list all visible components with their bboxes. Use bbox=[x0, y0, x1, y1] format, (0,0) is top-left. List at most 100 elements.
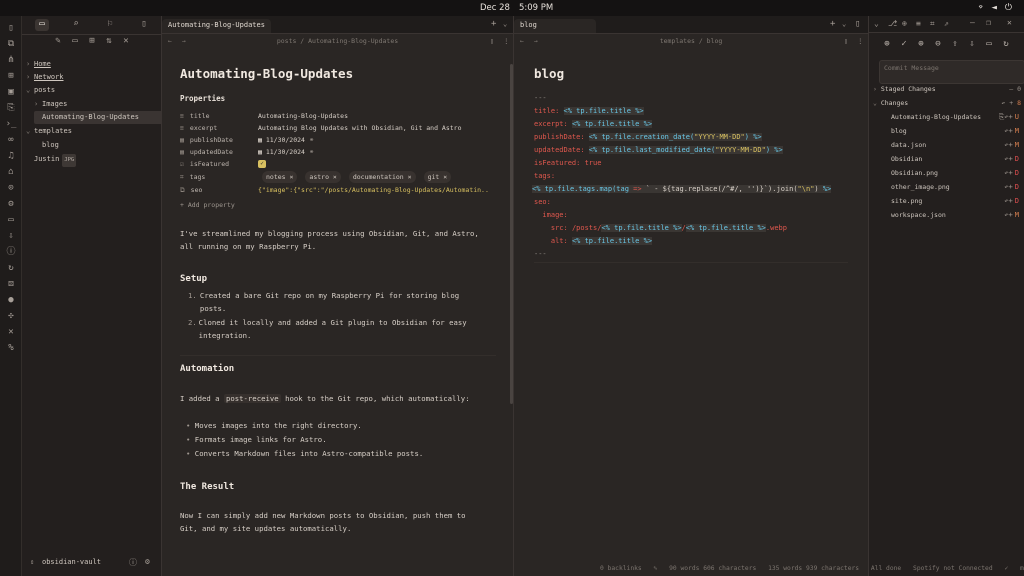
help-icon[interactable]: ⓘ bbox=[129, 557, 137, 568]
puzzle-icon[interactable]: ✣ bbox=[5, 310, 17, 322]
dice-icon[interactable]: ⚄ bbox=[5, 278, 17, 290]
wifi-icon[interactable]: ⌔ bbox=[978, 3, 983, 13]
command-palette-icon[interactable]: ›_ bbox=[5, 118, 17, 130]
backlinks-count[interactable]: 0 backlinks bbox=[600, 565, 642, 572]
new-note-icon[interactable]: ✎ bbox=[52, 36, 64, 48]
sidebar-toggle-icon[interactable]: ▯ bbox=[5, 22, 17, 34]
changed-file[interactable]: workspace.json ↶+ M bbox=[891, 208, 1019, 222]
tree-file-blog[interactable]: blog bbox=[42, 139, 59, 152]
property-updated-date[interactable]: ▦ updatedDate ▦ 11/30/2024 ⚭ bbox=[180, 146, 500, 158]
volume-icon[interactable]: ◄ bbox=[991, 3, 996, 13]
more-options-icon[interactable]: ⋮ bbox=[503, 34, 510, 48]
result-paragraph[interactable]: Now I can simply add new Markdown posts … bbox=[180, 509, 480, 535]
reading-view-icon[interactable]: ▯ bbox=[490, 34, 494, 48]
templater-icon[interactable]: % bbox=[5, 342, 17, 354]
breadcrumb[interactable]: posts / Automating-Blog-Updates bbox=[277, 37, 398, 45]
tree-folder-network[interactable]: › Network bbox=[26, 71, 64, 84]
publish-icon[interactable]: ⊙ bbox=[5, 182, 17, 194]
tag-chip[interactable]: git × bbox=[423, 171, 452, 183]
changed-file[interactable]: data.json ↶+ M bbox=[891, 138, 1019, 152]
edit-icon[interactable]: ✎ bbox=[654, 565, 658, 572]
slides-icon[interactable]: ∞ bbox=[5, 134, 17, 146]
tree-file-automating-blog-updates[interactable]: Automating-Blog-Updates bbox=[34, 111, 168, 124]
changed-file[interactable]: site.png ↶+ D bbox=[891, 194, 1019, 208]
settings-gear-ribbon-icon[interactable]: ⚙ bbox=[5, 198, 17, 210]
forward-arrow-icon[interactable]: → bbox=[534, 34, 538, 48]
staged-changes-section[interactable]: › Staged Changes – 0 bbox=[873, 83, 1021, 95]
new-tab-icon[interactable]: + bbox=[830, 19, 835, 29]
remove-tag-icon[interactable]: × bbox=[443, 173, 447, 181]
open-quick-switcher-icon[interactable]: ⧉ bbox=[5, 38, 17, 50]
tag-chip[interactable]: astro × bbox=[305, 171, 341, 183]
property-publish-date[interactable]: ▦ publishDate ▦ 11/30/2024 ⚭ bbox=[180, 134, 500, 146]
unstage-all-icon[interactable]: ⊖ bbox=[932, 39, 944, 51]
stage-icon[interactable]: + bbox=[1009, 155, 1013, 163]
pull-icon[interactable]: ⇩ bbox=[966, 39, 978, 51]
automation-heading[interactable]: Automation bbox=[180, 364, 234, 374]
tree-folder-home[interactable]: › Home bbox=[26, 58, 51, 71]
tag-chip[interactable]: documentation × bbox=[348, 171, 416, 183]
sync-icon[interactable]: ↻ bbox=[5, 262, 17, 274]
search-tab-icon[interactable]: ⌕ bbox=[69, 19, 83, 31]
stage-icon[interactable]: + bbox=[1009, 183, 1013, 191]
add-property-button[interactable]: + Add property bbox=[180, 199, 235, 211]
stage-icon[interactable]: + bbox=[1009, 197, 1013, 205]
back-arrow-icon[interactable]: ← bbox=[520, 34, 524, 48]
spotify-status[interactable]: Spotify not Connected bbox=[913, 565, 993, 572]
collapse-all-icon[interactable]: ✕ bbox=[120, 36, 132, 48]
commit-and-sync-icon[interactable]: ⊕ bbox=[881, 39, 893, 51]
changed-file[interactable]: Obsidian.png ↶+ D bbox=[891, 166, 1019, 180]
note-title[interactable]: Automating-Blog-Updates bbox=[180, 66, 353, 81]
vault-name[interactable]: obsidian-vault bbox=[42, 558, 101, 566]
changed-file[interactable]: blog ↶+ M bbox=[891, 124, 1019, 138]
stage-icon[interactable]: + bbox=[1009, 113, 1013, 121]
bookmarks-tab-icon[interactable]: ⚐ bbox=[103, 19, 117, 31]
changed-file[interactable]: Automating-Blog-Updates ⎘↶+ U bbox=[891, 110, 1019, 124]
property-value[interactable]: ▦ 11/30/2024 ⚭ bbox=[258, 146, 314, 158]
tree-folder-images[interactable]: › Images bbox=[34, 98, 67, 111]
files-tab-icon[interactable]: ▭ bbox=[35, 19, 49, 31]
new-folder-icon[interactable]: ▭ bbox=[69, 36, 81, 48]
tab-list-chevron-icon[interactable]: ⌄ bbox=[503, 20, 507, 28]
audio-icon[interactable]: ♫ bbox=[5, 150, 17, 162]
tag-pane-icon[interactable]: ⌗ bbox=[930, 19, 935, 29]
featured-checkbox[interactable]: ✓ bbox=[258, 158, 266, 170]
settings-gear-icon[interactable]: ⚙ bbox=[145, 557, 150, 566]
stage-icon[interactable]: + bbox=[1009, 211, 1013, 219]
changed-file[interactable]: other_image.png ↶+ D bbox=[891, 180, 1019, 194]
right-sidebar-toggle-icon[interactable]: ▯ bbox=[855, 19, 860, 29]
collapse-icon[interactable]: ⌄ bbox=[874, 19, 879, 28]
tree-folder-posts[interactable]: ⌄ posts bbox=[26, 84, 55, 97]
property-title[interactable]: ≡ title Automating-Blog-Updates bbox=[180, 110, 500, 122]
tree-file-justin[interactable]: Justin JPG bbox=[34, 153, 77, 167]
link-icon[interactable]: ⚭ bbox=[305, 136, 314, 144]
maximize-icon[interactable]: ❐ bbox=[986, 18, 991, 27]
tag-chip[interactable]: notes × bbox=[262, 171, 298, 183]
link-icon[interactable]: ⚭ bbox=[305, 148, 314, 156]
clock[interactable]: Dec 28 5:09 PM bbox=[480, 3, 562, 13]
refresh-icon[interactable]: ↻ bbox=[1000, 39, 1012, 51]
new-folder-plus-icon[interactable]: ⊞ bbox=[86, 36, 98, 48]
push-icon[interactable]: ⇪ bbox=[949, 39, 961, 51]
back-arrow-icon[interactable]: ← bbox=[168, 34, 172, 48]
stage-icon[interactable]: + bbox=[1009, 127, 1013, 135]
breadcrumb[interactable]: templates / blog bbox=[660, 37, 723, 45]
sync-status[interactable]: All done bbox=[871, 565, 901, 572]
property-value[interactable]: Automating Blog Updates with Obsidian, G… bbox=[258, 122, 462, 134]
git-branch[interactable]: main bbox=[1020, 565, 1024, 572]
remove-tag-icon[interactable]: × bbox=[408, 173, 412, 181]
unstage-icon[interactable]: – bbox=[1009, 85, 1017, 93]
graph-view-icon[interactable]: ⋔ bbox=[5, 54, 17, 66]
forward-arrow-icon[interactable]: → bbox=[182, 34, 186, 48]
outline-tab-icon[interactable]: ▯ bbox=[137, 19, 151, 31]
vault-switcher-icon[interactable]: ⇕ bbox=[30, 558, 34, 566]
remove-tag-icon[interactable]: × bbox=[290, 173, 294, 181]
tab-list-chevron-icon[interactable]: ⌄ bbox=[842, 20, 846, 28]
tree-view-icon[interactable]: ▭ bbox=[983, 39, 995, 51]
spotify-icon[interactable]: ● bbox=[5, 294, 17, 306]
reading-view-icon[interactable]: ▯ bbox=[844, 34, 848, 48]
automation-list[interactable]: • Moves images into the right directory.… bbox=[186, 419, 496, 460]
result-heading[interactable]: The Result bbox=[180, 482, 234, 492]
minimize-icon[interactable]: – bbox=[970, 18, 975, 27]
sort-icon[interactable]: ⇅ bbox=[103, 36, 115, 48]
